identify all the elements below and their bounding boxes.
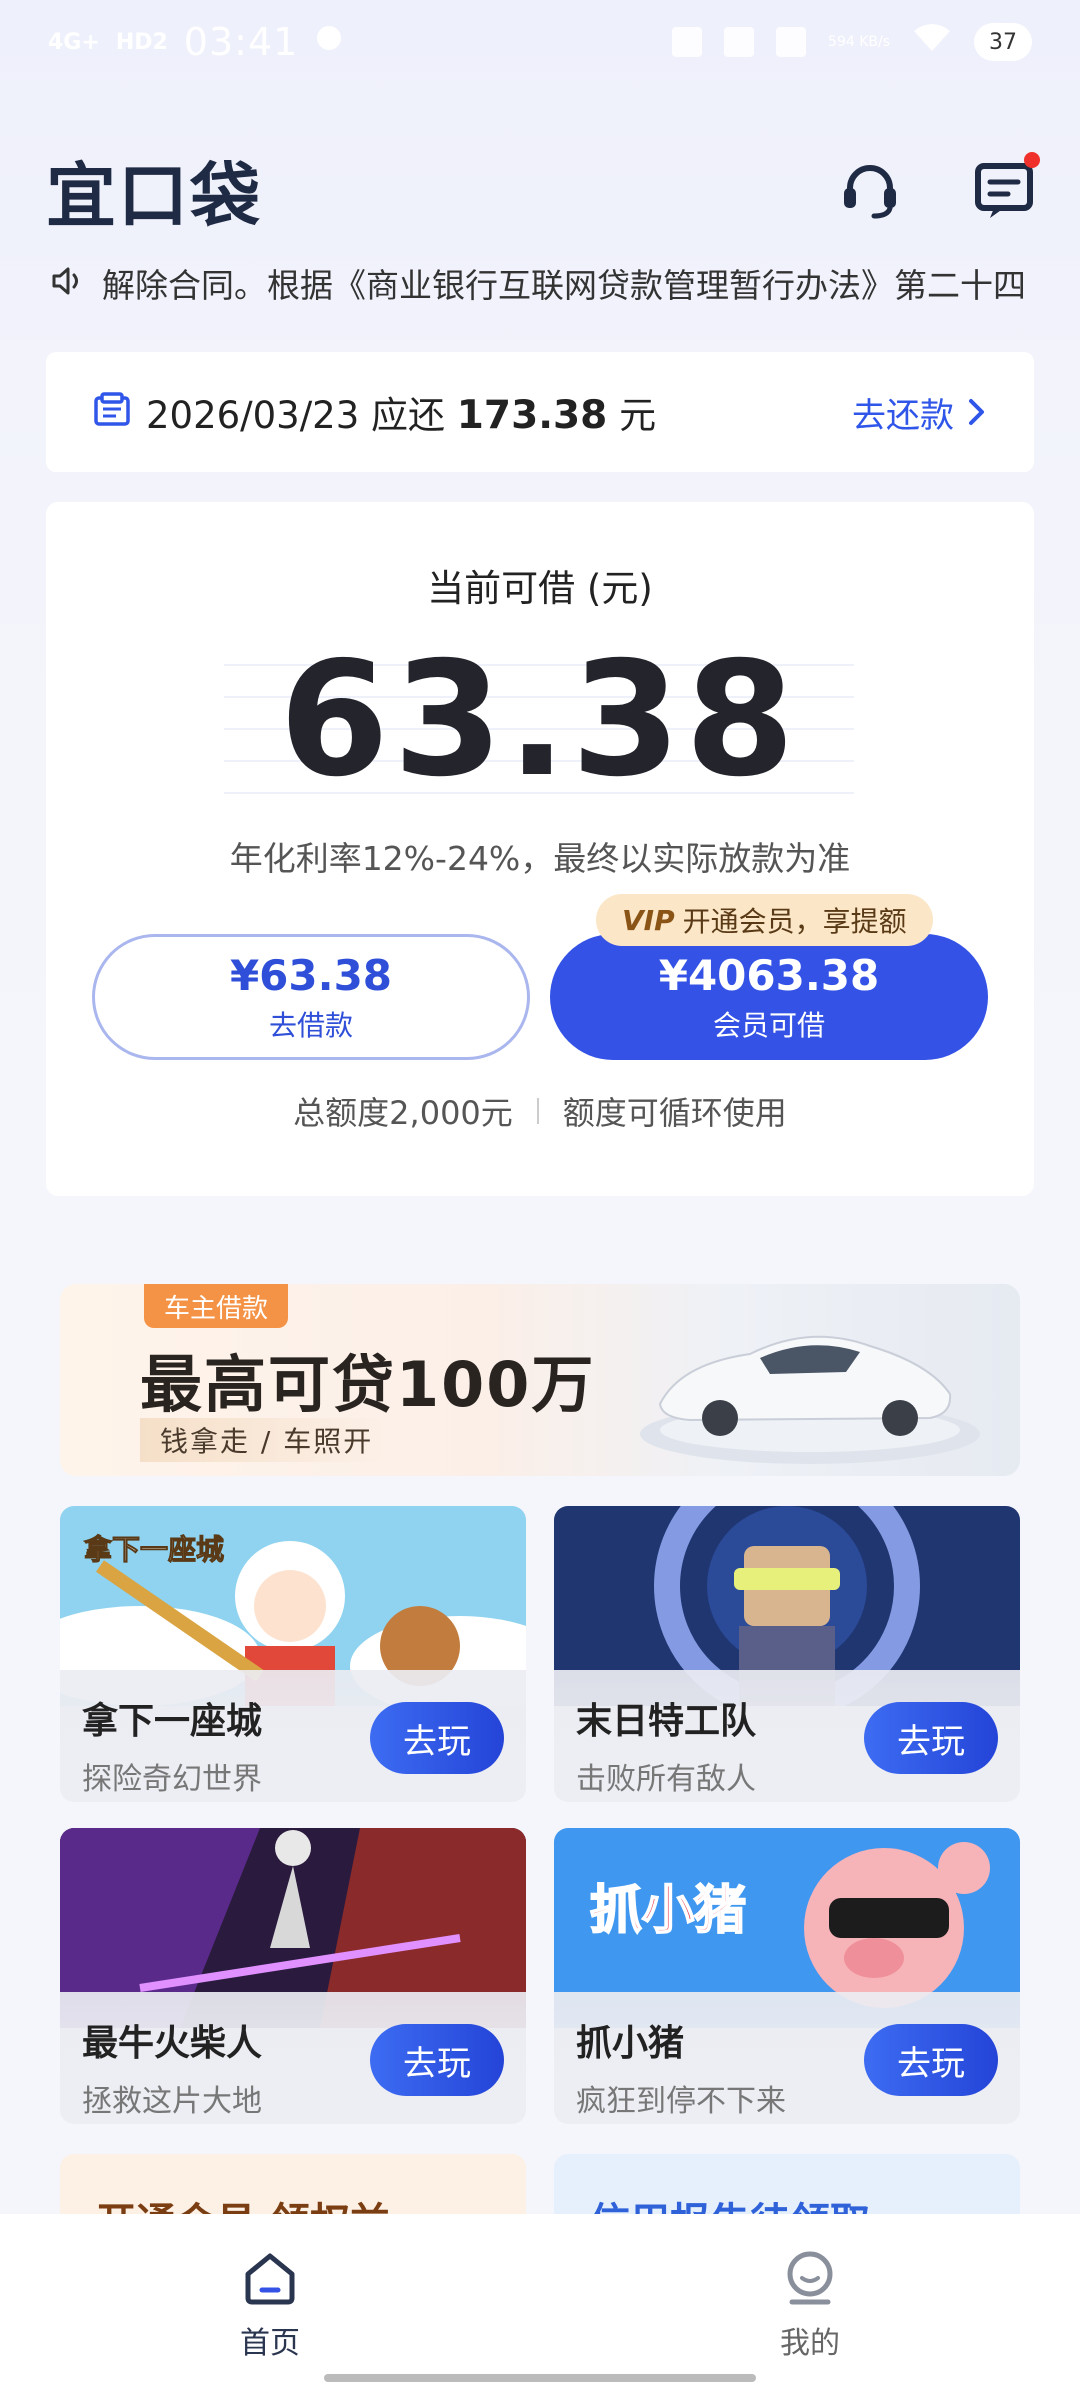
borrow-amount: ¥63.38 <box>229 950 393 1000</box>
hd-indicator: HD2 <box>115 29 168 55</box>
unread-dot <box>1024 152 1040 168</box>
vip-promo-text: 开通会员，享提额 <box>682 905 907 938</box>
repay-unit: 元 <box>619 394 657 437</box>
bill-icon <box>92 390 132 434</box>
announcement-text: 解除合同。根据《商业银行互联网贷款管理暂行办法》第二十四 <box>102 266 1026 305</box>
go-repay-label: 去还款 <box>852 395 954 436</box>
chevron-right-icon <box>969 399 984 425</box>
speaker-icon <box>50 264 84 302</box>
nav-home-label: 首页 <box>240 2326 300 2361</box>
repay-amount: 173.38 <box>456 393 608 438</box>
car-loan-tag: 车主借款 <box>144 1284 289 1328</box>
vip-amount: ¥4063.38 <box>658 950 880 1000</box>
game-card[interactable]: 末日特工队 击败所有敌人 去玩 <box>554 1506 1020 1802</box>
vip-promo-tag[interactable]: VIP 开通会员，享提额 <box>596 894 933 946</box>
credit-info: 总额度2,000元 额度可循环使用 <box>46 1088 1034 1134</box>
nfc-icon <box>672 27 703 57</box>
vibrate-icon <box>776 27 807 57</box>
play-button[interactable]: 去玩 <box>370 1702 504 1774</box>
borrow-label: 去借款 <box>268 1008 353 1042</box>
borrow-button[interactable]: ¥63.38 去借款 <box>92 934 530 1060</box>
home-icon <box>245 2253 295 2305</box>
repay-date: 2026/03/23 <box>146 394 360 437</box>
play-button[interactable]: 去玩 <box>370 2024 504 2096</box>
vip-benefit-card[interactable]: 开通会员 领权益 <box>60 2154 526 2214</box>
gesture-bar <box>324 2374 756 2382</box>
available-credit-title: 当前可借 (元) <box>427 567 653 610</box>
loan-card: 当前可借 (元) 63.38 年化利率12%-24%，最终以实际放款为准 ¥63… <box>46 502 1034 1196</box>
vip-label: 会员可借 <box>712 1008 825 1042</box>
bluetooth-icon <box>724 27 755 57</box>
nav-mine-label: 我的 <box>780 2326 840 2361</box>
credit-report-text: 信用报告待领取 <box>554 2154 1020 2214</box>
play-button[interactable]: 去玩 <box>864 1702 998 1774</box>
game-card[interactable]: 抓小猪 抓小猪 疯狂到停不下来 去玩 <box>554 1828 1020 2124</box>
message-icon[interactable] <box>972 152 1040 222</box>
signal-indicator: 4G+ <box>48 29 100 55</box>
net-speed: 594 KB/s <box>828 34 890 50</box>
repay-info: 2026/03/23 应还 173.38 元 <box>146 385 656 439</box>
nav-mine[interactable]: 我的 <box>540 2214 1080 2400</box>
wifi-icon <box>912 22 952 62</box>
customer-service-icon[interactable] <box>838 158 902 222</box>
car-loan-banner[interactable]: 车主借款 最高可贷100万 钱拿走 / 车照开 <box>60 1284 1020 1476</box>
recycle-note: 额度可循环使用 <box>562 1094 787 1132</box>
repayment-card[interactable]: 2026/03/23 应还 173.38 元 去还款 <box>46 352 1034 472</box>
divider <box>536 1098 539 1124</box>
credit-report-card[interactable]: 信用报告待领取 <box>554 2154 1020 2214</box>
announcement-marquee[interactable]: 解除合同。根据《商业银行互联网贷款管理暂行办法》第二十四 <box>50 255 1030 311</box>
status-bar: 4G+ HD2 03:41 594 KB/s 37 <box>0 0 1080 84</box>
play-button[interactable]: 去玩 <box>864 2024 998 2096</box>
vip-logo: VIP <box>622 903 675 937</box>
repay-due-label: 应还 <box>371 394 446 437</box>
available-amount: 63.38 <box>279 628 799 812</box>
status-left: 4G+ HD2 03:41 <box>48 20 344 64</box>
header-actions <box>838 152 1040 222</box>
car-loan-title: 最高可贷100万 <box>140 1348 596 1421</box>
app-logo: 宜口袋 <box>46 154 262 237</box>
nav-home[interactable]: 首页 <box>0 2214 540 2400</box>
total-credit: 总额度2,000元 <box>293 1094 513 1132</box>
vip-borrow-button[interactable]: ¥4063.38 会员可借 <box>550 934 988 1060</box>
status-right: 594 KB/s 37 <box>672 22 1032 62</box>
status-time: 03:41 <box>183 20 299 64</box>
game-art-title: 抓小猪 <box>589 1880 747 1942</box>
amount-area: 63.38 <box>224 628 854 812</box>
notification-icon <box>314 22 344 62</box>
vip-benefit-text: 开通会员 领权益 <box>60 2154 526 2214</box>
game-card[interactable]: 最牛火柴人 拯救这片大地 去玩 <box>60 1828 526 2124</box>
battery-indicator: 37 <box>974 23 1032 61</box>
car-loan-subtitle: 钱拿走 / 车照开 <box>140 1418 394 1462</box>
go-repay-link[interactable]: 去还款 <box>852 388 988 437</box>
car-image <box>640 1335 980 1464</box>
game-art-title: 拿下一座城 <box>83 1533 225 1567</box>
profile-icon <box>787 2251 833 2305</box>
game-card[interactable]: 拿下一座城 拿下一座城 探险奇幻世界 去玩 <box>60 1506 526 1802</box>
app-header: 宜口袋 <box>46 140 1040 240</box>
interest-rate-note: 年化利率12%-24%，最终以实际放款为准 <box>229 839 851 878</box>
bottom-nav: 首页 我的 <box>0 2214 1080 2400</box>
